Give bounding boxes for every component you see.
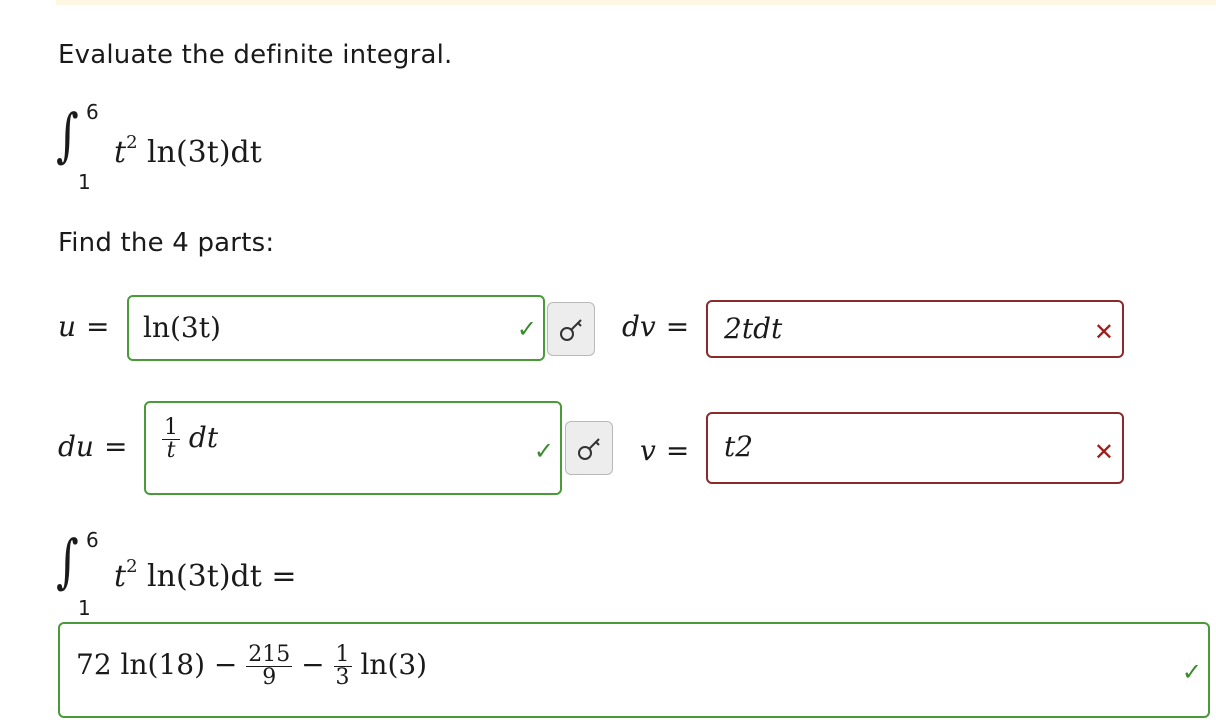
key-icon (560, 319, 582, 341)
answer-fraction-1: 215 9 (246, 642, 293, 690)
key-icon (578, 438, 600, 460)
integral-lower-limit: 1 (78, 596, 91, 620)
top-strip (56, 0, 1216, 5)
v-value: t2 (724, 430, 754, 463)
v-label: v = (640, 434, 690, 467)
integrand: t2 ln(3t)dt = (114, 556, 297, 594)
answer-key-button[interactable] (547, 302, 595, 356)
integrand: t2 ln(3t)dt (114, 132, 262, 170)
integral-lower-limit: 1 (78, 170, 91, 194)
u-value: ln(3t) (143, 311, 221, 344)
dv-value: 2tdt (724, 312, 783, 345)
du-fraction: 1t (162, 415, 180, 463)
final-answer-field[interactable]: 72 ln(18) − 215 9 − 13 ln(3) ✓ (58, 622, 1210, 718)
du-value: 1t dt (162, 415, 219, 463)
cross-icon: ✕ (1093, 318, 1114, 346)
check-icon: ✓ (1181, 658, 1202, 686)
question-prompt: Evaluate the definite integral. (58, 40, 453, 70)
integral-upper-limit: 6 (86, 528, 99, 552)
v-answer-field[interactable]: t2 ✕ (706, 412, 1124, 484)
u-label: u = (58, 310, 110, 343)
final-answer-value: 72 ln(18) − 215 9 − 13 ln(3) (76, 642, 428, 690)
du-label: du = (58, 430, 128, 463)
integral-upper-limit: 6 (86, 100, 99, 124)
answer-fraction-2: 13 (333, 642, 352, 690)
result-integral-expression: ∫ 6 1 t2 ln(3t)dt = (56, 528, 356, 620)
integral-sign: ∫ (56, 101, 79, 169)
check-icon: ✓ (533, 437, 554, 465)
answer-key-button[interactable] (565, 421, 613, 475)
integral-expression: ∫ 6 1 t2 ln(3t)dt (56, 100, 316, 200)
du-answer-field[interactable]: 1t dt ✓ (144, 401, 562, 495)
check-icon: ✓ (516, 315, 537, 343)
cross-icon: ✕ (1093, 438, 1114, 466)
integral-sign: ∫ (56, 527, 79, 595)
find-parts-text: Find the 4 parts: (58, 228, 275, 258)
dv-label: dv = (622, 310, 690, 343)
u-answer-field[interactable]: ln(3t) ✓ (127, 295, 545, 361)
dv-answer-field[interactable]: 2tdt ✕ (706, 300, 1124, 358)
